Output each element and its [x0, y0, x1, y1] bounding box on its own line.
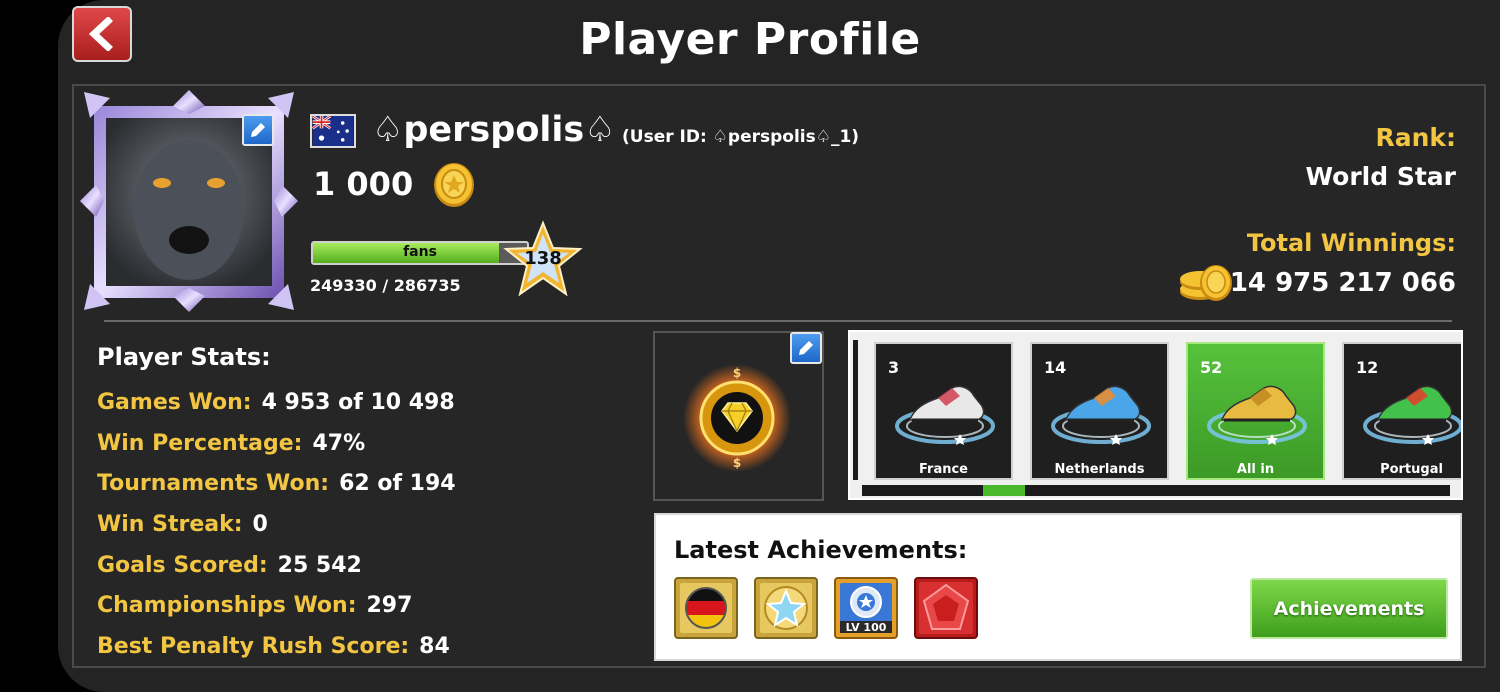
- fans-count: 249330 / 286735: [310, 276, 461, 295]
- svg-text:$: $: [733, 366, 741, 380]
- stat-value: 47%: [312, 431, 366, 456]
- boot-name: Netherlands: [1054, 462, 1145, 477]
- stat-value: 84: [419, 634, 450, 659]
- pencil-icon: [799, 341, 813, 355]
- edit-badge-button[interactable]: [790, 332, 822, 364]
- player-stats-title: Player Stats:: [97, 343, 271, 371]
- stat-row: Tournaments Won: 62 of 194: [97, 471, 456, 496]
- player-name: ♤perspolis♤: [372, 110, 616, 150]
- achievements-title: Latest Achievements:: [674, 536, 968, 564]
- svg-text:$: $: [733, 456, 741, 470]
- stat-label: Win Streak:: [97, 512, 243, 537]
- boot-name: Portugal: [1380, 462, 1443, 477]
- stat-label: Win Percentage:: [97, 431, 303, 456]
- stat-row: Championships Won: 297: [97, 593, 412, 618]
- boot-card[interactable]: 12 Portugal: [1342, 342, 1461, 480]
- diamond-badge-icon: $ $: [683, 364, 791, 472]
- page-title: Player Profile: [579, 14, 921, 65]
- user-id: (User ID: ♤perspolis♤_1): [622, 127, 860, 147]
- edit-avatar-button[interactable]: [242, 114, 274, 146]
- stat-label: Games Won:: [97, 390, 252, 415]
- carousel-edge: [853, 340, 858, 480]
- boot-card[interactable]: 3 France: [874, 342, 1013, 480]
- stat-row: Games Won: 4 953 of 10 498: [97, 390, 455, 415]
- level-100-achievement-icon[interactable]: LV 100: [834, 577, 898, 639]
- football-boot-icon: [1051, 385, 1151, 445]
- rank-label: Rank:: [1375, 123, 1456, 152]
- level-badge-text: LV 100: [846, 621, 887, 634]
- total-winnings-value: 14 975 217 066: [1229, 268, 1456, 298]
- stat-value: 4 953 of 10 498: [261, 390, 455, 415]
- stat-row: Win Percentage: 47%: [97, 431, 365, 456]
- player-level: 138: [524, 248, 562, 269]
- stat-label: Goals Scored:: [97, 553, 268, 578]
- boot-name: France: [918, 462, 968, 477]
- football-boot-icon: [895, 385, 995, 445]
- stat-value: 297: [366, 593, 413, 618]
- divider: [104, 320, 1452, 322]
- football-boot-icon: [1207, 385, 1307, 445]
- australia-flag-icon: [310, 114, 356, 148]
- stat-row: Goals Scored: 25 542: [97, 553, 362, 578]
- boot-name: All in: [1236, 462, 1275, 477]
- coin-balance: 1 000: [313, 165, 414, 203]
- rank-value: World Star: [1305, 162, 1456, 191]
- germany-flag-achievement-icon[interactable]: [674, 577, 738, 639]
- coin-stack-icon: [1180, 265, 1232, 301]
- red-gem-achievement-icon[interactable]: [914, 577, 978, 639]
- stat-row: Best Penalty Rush Score: 84: [97, 634, 450, 659]
- stat-row: Win Streak: 0: [97, 512, 268, 537]
- fans-label: fans: [403, 244, 437, 260]
- boot-card[interactable]: 14 Netherlands: [1030, 342, 1169, 480]
- football-boot-icon: [1363, 385, 1461, 445]
- star-achievement-icon[interactable]: [754, 577, 818, 639]
- stat-label: Tournaments Won:: [97, 471, 330, 496]
- stat-value: 25 542: [277, 553, 362, 578]
- stat-value: 62 of 194: [339, 471, 456, 496]
- boots-scrollbar-thumb[interactable]: [983, 485, 1025, 496]
- pencil-icon: [251, 123, 265, 137]
- stat-label: Championships Won:: [97, 593, 357, 618]
- fans-progress-bar: fans: [311, 241, 529, 265]
- stat-label: Best Penalty Rush Score:: [97, 634, 410, 659]
- total-winnings-label: Total Winnings:: [1246, 229, 1456, 257]
- boot-card[interactable]: 52 All in: [1186, 342, 1325, 480]
- boots-carousel[interactable]: 3 France 14 Netherlands 52 All in 12 Portugal: [848, 330, 1463, 500]
- stat-value: 0: [252, 512, 268, 537]
- boots-scrollbar[interactable]: [862, 485, 1450, 496]
- achievements-button[interactable]: Achievements: [1250, 578, 1448, 639]
- coin-icon: [434, 163, 474, 207]
